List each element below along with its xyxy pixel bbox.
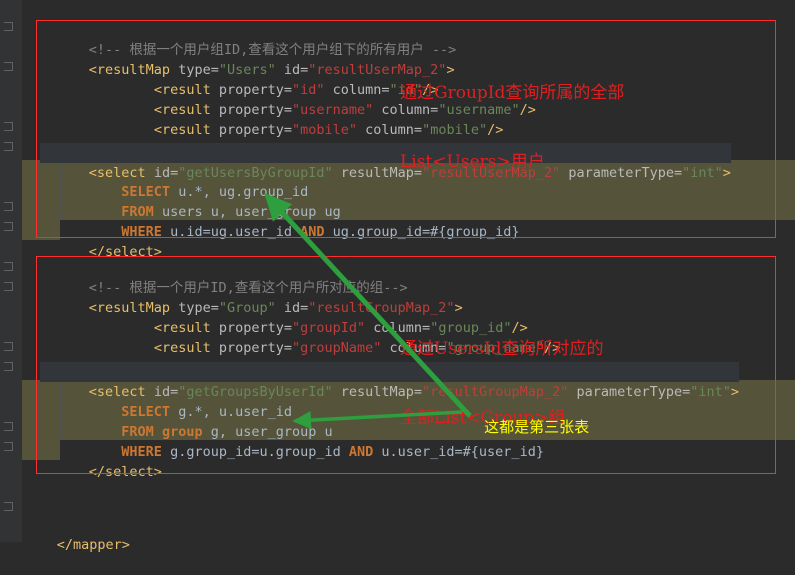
code-line-result-1-1: <result property="id" column="id"/> [153, 82, 439, 98]
annotation-note-1-line1: 通过GroupId查询所属的全部 [400, 83, 625, 103]
code-line-resultmap-open-1: <resultMap type="Users" id="resultUserMa… [88, 62, 455, 78]
code-line-mapper-close: </mapper> [56, 537, 130, 553]
annotation-note-1: 通过GroupId查询所属的全部 List<Users>用户 [400, 36, 624, 220]
code-line-comment-2: <!-- 根据一个用户ID,查看这个用户所对应的组--> [88, 280, 408, 296]
editor-root: <!-- 根据一个用户组ID,查看这个用户组下的所有用户 --> <result… [0, 0, 795, 553]
code-surface[interactable]: <!-- 根据一个用户组ID,查看这个用户组下的所有用户 --> <result… [0, 0, 795, 553]
code-line-resultmap-close-1: </resultMap> [40, 120, 187, 158]
code-line-select-open-1: <select id="getUsersByGroupId" resultMap… [40, 143, 731, 181]
code-line-sql-from-1: FROM users u, user_group ug [121, 204, 341, 220]
annotation-note-yellow-text: 这都是第三张表 [484, 418, 590, 436]
code-line-comment-1: <!-- 根据一个用户组ID,查看这个用户组下的所有用户 --> [88, 42, 457, 58]
code-line-select-close-1: </select> [88, 244, 162, 260]
code-line-resultmap-close-2: </resultMap> [40, 338, 187, 376]
code-line-select-open-2: <select id="getGroupsByUserId" resultMap… [40, 362, 740, 400]
annotation-note-1-line2: List<Users>用户 [400, 152, 545, 172]
code-line-select-close-2: </select> [88, 464, 162, 480]
code-line-sql-from-2: FROM group g, user_group u [121, 424, 333, 440]
annotation-note-2-line1: 通过UsersId查询所对应的 [400, 339, 604, 359]
code-line-sql-select-2: SELECT g.*, u.user_id [121, 404, 292, 420]
annotation-note-yellow: 这都是第三张表 [465, 400, 589, 454]
code-line-sql-select-1: SELECT u.*, ug.group_id [121, 184, 309, 200]
